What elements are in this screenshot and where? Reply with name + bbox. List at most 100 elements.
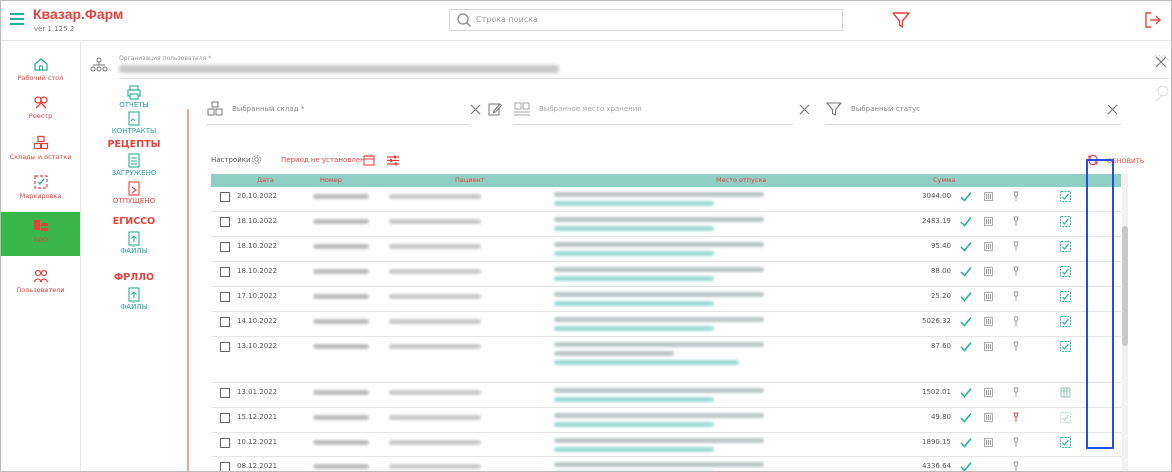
nav-item-llo[interactable]: ЛЛО (1, 212, 80, 256)
nav-item-registry[interactable]: Реестр (1, 94, 80, 120)
row-checkbox[interactable] (220, 292, 230, 302)
table-row[interactable]: 20.10.2022 3044.00 (211, 187, 1121, 212)
approve-document-icon[interactable] (1059, 240, 1072, 253)
row-checkbox[interactable] (220, 192, 230, 202)
section-egisso-files[interactable]: ФАЙЛЫ (81, 231, 187, 255)
clear-icon[interactable] (470, 104, 481, 115)
table-row[interactable]: 18.10.2022 88.00 (211, 262, 1121, 287)
settings-button[interactable]: Настройки (211, 156, 251, 164)
approve-document-icon[interactable] (1059, 315, 1072, 328)
medicine-icon[interactable] (1012, 461, 1020, 472)
medicine-icon[interactable] (1012, 266, 1020, 277)
header-number[interactable]: Номер (320, 176, 342, 184)
edit-icon[interactable] (488, 102, 502, 116)
header-date[interactable]: Дата (257, 176, 274, 184)
barcode-icon[interactable] (984, 317, 993, 326)
row-checkbox[interactable] (220, 413, 230, 423)
calendar-icon[interactable] (363, 154, 375, 166)
scrollbar-thumb[interactable] (1122, 226, 1128, 346)
barcode-icon[interactable] (984, 342, 993, 351)
row-checkbox[interactable] (220, 242, 230, 252)
header-place[interactable]: Место отпуска (716, 176, 766, 184)
clear-icon[interactable] (1107, 104, 1118, 115)
barcode-icon[interactable] (984, 388, 993, 397)
barcode-icon[interactable] (984, 438, 993, 447)
medicine-icon[interactable] (1012, 412, 1020, 423)
search-placeholder: Строка поиска (476, 15, 538, 24)
section-contracts[interactable]: КОНТРАКТЫ (81, 111, 187, 135)
gear-icon[interactable] (251, 154, 262, 165)
table-row[interactable]: 18.10.2022 95.40 (211, 237, 1121, 262)
table-row[interactable]: 13.10.2022 87.60 (211, 337, 1121, 383)
approve-document-icon[interactable] (1059, 290, 1072, 303)
header-sum[interactable]: Сумма (933, 176, 955, 184)
medicine-icon[interactable] (1012, 216, 1020, 227)
section-label: ФАЙЛЫ (120, 247, 148, 255)
section-label: КОНТРАКТЫ (111, 127, 157, 135)
table-row[interactable]: 13.01.2022 1502.01 (211, 383, 1121, 408)
medicine-icon[interactable] (1012, 291, 1020, 302)
status-select[interactable]: Выбранный статус (825, 97, 1121, 125)
nav-item-desktop[interactable]: Рабочий стол (1, 56, 80, 82)
row-patient-blurred (389, 194, 481, 199)
header-patient[interactable]: Пациент (455, 176, 485, 184)
status-placeholder: Выбранный статус (851, 105, 921, 113)
section-loaded[interactable]: ЗАГРУЖЕНО (81, 153, 187, 177)
approve-document-icon[interactable] (1059, 190, 1072, 203)
section-released[interactable]: ОТПУЩЕНО (81, 181, 187, 205)
approve-document-icon[interactable] (1059, 436, 1072, 449)
barcode-icon[interactable] (984, 242, 993, 251)
approve-document-icon[interactable] (1059, 215, 1072, 228)
medicine-icon[interactable] (1012, 316, 1020, 327)
approve-document-icon[interactable] (1059, 265, 1072, 278)
sliders-icon[interactable] (387, 155, 399, 166)
barcode-icon[interactable] (984, 413, 993, 422)
table-row[interactable]: 15.12.2021 49.80 (211, 408, 1121, 433)
table-row[interactable]: 18.10.2022 2483.19 (211, 212, 1121, 237)
medicine-icon[interactable] (1012, 437, 1020, 448)
warehouse-select[interactable]: Выбранный склад * (206, 97, 506, 125)
barcode-icon[interactable] (984, 292, 993, 301)
section-frllo-files[interactable]: ФАЙЛЫ (81, 287, 187, 311)
medicine-icon[interactable] (1012, 341, 1020, 352)
medicine-icon[interactable] (1012, 387, 1020, 398)
row-place-link-blurred (554, 226, 714, 231)
organization-field[interactable]: Организация пользователя * (89, 51, 1171, 81)
row-sum: 95.40 (930, 242, 951, 250)
table-row[interactable]: 14.10.2022 5026.32 (211, 312, 1121, 337)
approve-document-icon[interactable] (1059, 340, 1072, 353)
barcode-icon[interactable] (984, 217, 993, 226)
table-row[interactable]: 08.12.2021 4336.64 (211, 457, 1121, 472)
logout-icon[interactable] (1143, 10, 1163, 30)
medicine-icon[interactable] (1012, 191, 1020, 202)
row-checkbox[interactable] (220, 342, 230, 352)
row-checkbox[interactable] (220, 317, 230, 327)
warehouse-underline (206, 124, 470, 125)
nav-item-warehouses[interactable]: Склады и остатки (1, 135, 80, 161)
row-checkbox[interactable] (220, 267, 230, 277)
filter-icon[interactable] (891, 10, 911, 30)
approve-document-icon[interactable] (1059, 411, 1072, 424)
row-checkbox[interactable] (220, 217, 230, 227)
section-reports[interactable]: ОТЧЕТЫ (81, 85, 187, 109)
barcode-icon[interactable] (984, 267, 993, 276)
storage-place-select[interactable]: Выбранное место хранения (513, 97, 813, 125)
table-row[interactable]: 17.10.2022 25.20 (211, 287, 1121, 312)
table-row[interactable]: 10.12.2021 1890.15 (211, 433, 1121, 457)
row-checkbox[interactable] (220, 388, 230, 398)
organization-icon (90, 57, 108, 72)
document-grid-icon[interactable] (1059, 386, 1072, 399)
section-head-frllo: ФРЛЛО (113, 272, 155, 283)
row-number-blurred (313, 390, 369, 395)
row-checkbox[interactable] (220, 462, 230, 471)
nav-item-users[interactable]: Пользователи (1, 268, 80, 294)
period-button[interactable]: Период не установлен (281, 156, 365, 164)
nav-item-marking[interactable]: Маркировка (1, 174, 80, 200)
section-label: ЗАГРУЖЕНО (111, 169, 157, 177)
row-checkbox[interactable] (220, 438, 230, 448)
barcode-icon[interactable] (984, 192, 993, 201)
clear-icon[interactable] (799, 104, 810, 115)
menu-icon[interactable] (10, 13, 24, 25)
search-input[interactable]: Строка поиска (449, 9, 843, 31)
medicine-icon[interactable] (1012, 241, 1020, 252)
